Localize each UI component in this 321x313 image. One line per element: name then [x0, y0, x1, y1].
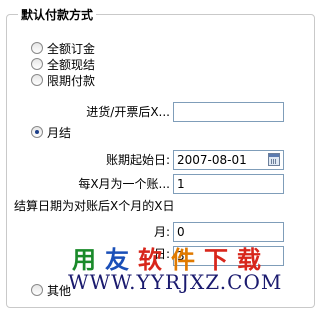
month-input[interactable]: 0 [173, 222, 284, 242]
day-label: 日: [153, 247, 170, 261]
months-per-period-label: 每X月为一个账... [78, 177, 170, 191]
months-per-period-input[interactable]: 1 [173, 174, 284, 194]
radio-full-order[interactable]: 全额订金 [31, 40, 95, 56]
deferred-days-label: 进货/开票后X... [86, 105, 170, 119]
day-input[interactable]: 3 [173, 246, 284, 266]
radio-circle-checked[interactable] [31, 126, 43, 138]
radio-circle[interactable] [31, 284, 43, 296]
radio-full-order-label: 全额订金 [47, 41, 96, 56]
settlement-note: 结算日期为对账后X个月的X日 [14, 199, 175, 213]
radio-circle[interactable] [31, 74, 43, 86]
radio-full-cash-label: 全额现结 [47, 57, 96, 72]
radio-other[interactable]: 其他 [31, 282, 71, 298]
month-label: 月: [153, 225, 170, 239]
radio-circle[interactable] [31, 58, 43, 70]
radio-deferred-label: 限期付款 [47, 73, 96, 88]
radio-monthly[interactable]: 月结 [31, 124, 71, 140]
start-date-input[interactable]: 2007-08-01 [173, 150, 284, 170]
radio-monthly-label: 月结 [47, 125, 72, 140]
radio-full-cash[interactable]: 全额现结 [31, 56, 95, 72]
group-title: 默认付款方式 [18, 6, 97, 23]
radio-other-label: 其他 [47, 283, 72, 298]
calendar-icon[interactable] [268, 153, 280, 166]
start-date-value: 2007-08-01 [177, 153, 247, 167]
deferred-days-input[interactable] [173, 102, 284, 122]
start-date-label: 账期起始日: [105, 153, 170, 167]
radio-circle[interactable] [31, 42, 43, 54]
radio-deferred[interactable]: 限期付款 [31, 72, 95, 88]
